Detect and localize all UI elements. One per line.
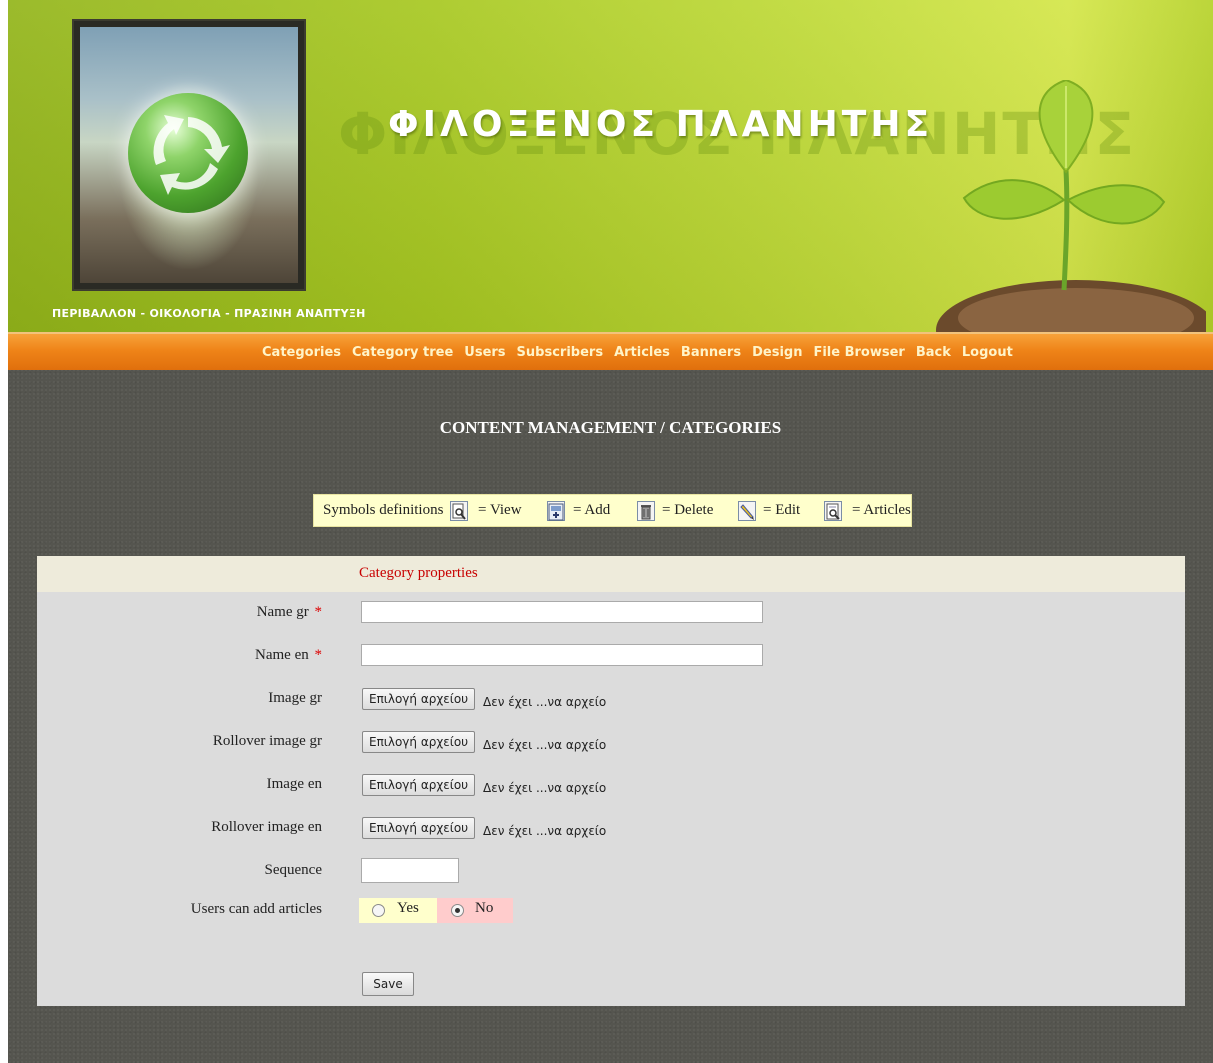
image-gr-file-status: Δεν έχει ...να αρχείο: [483, 695, 607, 709]
legend-add-label: = Add: [573, 502, 611, 518]
delete-icon: [637, 501, 655, 521]
rollover-en-label: Rollover image en: [211, 819, 322, 835]
site-logo[interactable]: [74, 21, 304, 289]
radio-no-option: No: [437, 898, 513, 923]
sequence-input[interactable]: [361, 858, 459, 883]
radio-no[interactable]: [451, 904, 464, 917]
nav-file-browser[interactable]: File Browser: [813, 345, 904, 360]
sequence-label: Sequence: [264, 862, 322, 878]
rollover-en-file-status: Δεν έχει ...να αρχείο: [483, 824, 607, 838]
image-en-file-button[interactable]: Επιλογή αρχείου: [362, 774, 476, 796]
radio-yes[interactable]: [372, 904, 385, 917]
articles-icon: [824, 501, 842, 521]
users-can-add-label: Users can add articles: [190, 901, 322, 917]
name-gr-label: Name gr *: [256, 604, 323, 620]
name-en-input[interactable]: [361, 644, 763, 666]
legend-edit-label: = Edit: [763, 502, 801, 518]
category-form: Category properties Name gr * Name en * …: [37, 556, 1185, 1006]
required-marker: *: [314, 604, 323, 620]
nav-articles[interactable]: Articles: [614, 345, 670, 360]
nav-banners[interactable]: Banners: [681, 345, 741, 360]
logo-background: [80, 27, 298, 283]
site-header: ΦΙΛΟΞΕΝΟΣ ΠΛΑΝΗΤΗΣ ΦΙΛΟΞΕΝΟΣ ΠΛΑΝΗΤΗΣ ΠΕ…: [8, 0, 1213, 332]
rollover-gr-label: Rollover image gr: [212, 733, 322, 749]
sprout-icon: [936, 80, 1206, 332]
nav-logout[interactable]: Logout: [962, 345, 1013, 360]
name-gr-input[interactable]: [361, 601, 763, 623]
name-en-label: Name en *: [255, 647, 323, 663]
recycle-globe-icon: [128, 93, 248, 213]
radio-no-label[interactable]: No: [475, 900, 493, 917]
nav-categories[interactable]: Categories: [262, 345, 341, 360]
image-gr-file-button[interactable]: Επιλογή αρχείου: [362, 688, 476, 710]
site-title: ΦΙΛΟΞΕΝΟΣ ΠΛΑΝΗΤΗΣ: [388, 104, 934, 145]
legend-articles-label: = Articles: [852, 502, 911, 518]
image-en-label: Image en: [266, 776, 322, 792]
radio-yes-option: Yes: [359, 898, 437, 923]
edit-icon: [738, 501, 756, 521]
legend-delete-label: = Delete: [662, 502, 714, 518]
nav-category-tree[interactable]: Category tree: [352, 345, 453, 360]
radio-yes-label[interactable]: Yes: [397, 900, 419, 917]
nav-design[interactable]: Design: [752, 345, 802, 360]
image-en-file-status: Δεν έχει ...να αρχείο: [483, 781, 607, 795]
rollover-gr-file-button[interactable]: Επιλογή αρχείου: [362, 731, 476, 753]
page-title: CONTENT MANAGEMENT / CATEGORIES: [439, 418, 782, 437]
nav-subscribers[interactable]: Subscribers: [517, 345, 604, 360]
image-gr-label: Image gr: [268, 690, 322, 706]
form-title: Category properties: [359, 565, 478, 581]
symbols-legend: Symbols definitions = View = Add = Delet…: [313, 494, 912, 527]
rollover-gr-file-status: Δεν έχει ...να αρχείο: [483, 738, 607, 752]
legend-title: Symbols definitions: [323, 502, 444, 518]
nav-users[interactable]: Users: [464, 345, 505, 360]
main-nav: Categories Category tree Users Subscribe…: [8, 332, 1213, 370]
view-icon: [450, 501, 468, 521]
site-tagline: ΠΕΡΙΒΑΛΛΟΝ - ΟΙΚΟΛΟΓΙΑ - ΠΡΑΣΙΝΗ ΑΝΑΠΤΥΞ…: [52, 307, 366, 320]
save-button[interactable]: Save: [362, 972, 414, 996]
form-header: Category properties: [37, 556, 1185, 592]
legend-view-label: = View: [478, 502, 522, 518]
nav-back[interactable]: Back: [916, 345, 951, 360]
add-icon: [547, 501, 565, 521]
required-marker: *: [314, 647, 323, 663]
page-wrapper: ΦΙΛΟΞΕΝΟΣ ΠΛΑΝΗΤΗΣ ΦΙΛΟΞΕΝΟΣ ΠΛΑΝΗΤΗΣ ΠΕ…: [8, 0, 1213, 1063]
rollover-en-file-button[interactable]: Επιλογή αρχείου: [362, 817, 476, 839]
